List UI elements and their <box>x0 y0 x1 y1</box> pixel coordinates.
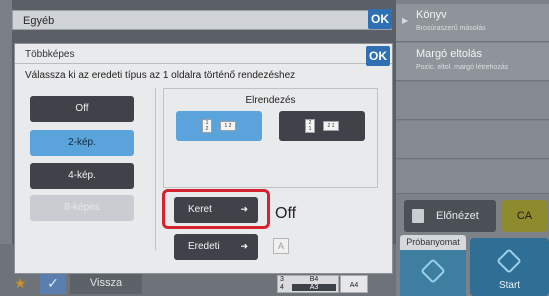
eredeti-label: Eredeti <box>188 241 220 252</box>
page-order-icon: 21 <box>305 119 315 133</box>
paper-size-indicator: A4 <box>340 275 368 293</box>
option-off-button[interactable]: Off <box>30 96 134 122</box>
tray-number: 4 <box>280 284 284 291</box>
original-orientation-icon: A <box>273 238 289 254</box>
star-icon[interactable]: ★ <box>14 275 27 292</box>
menu-item-margo-eltolas[interactable]: Margó eltolás Pozíc. eltol. margó létreh… <box>396 43 549 81</box>
diamond-icon <box>496 248 522 274</box>
ok-button-tobbkepes[interactable]: OK <box>366 46 390 66</box>
ca-button[interactable]: CA <box>502 200 547 232</box>
result-layout-icon: 1 2 <box>220 121 236 131</box>
vissza-button[interactable]: Vissza <box>70 272 142 294</box>
layout-group: Elrendezés 12 1 2 21 2 1 <box>163 88 378 188</box>
egyeb-title: Egyéb <box>23 15 55 27</box>
eredeti-button[interactable]: Eredeti ➜ <box>174 234 258 260</box>
play-arrow-icon: ▶ <box>402 16 409 25</box>
menu-item-title: Margó eltolás <box>416 48 483 60</box>
keret-label: Keret <box>188 204 212 215</box>
menu-item-empty <box>396 82 549 120</box>
check-icon[interactable]: ✓ <box>40 272 66 294</box>
divider <box>155 88 156 250</box>
menu-item-title: Könyv <box>416 9 447 21</box>
menu-item-konyv[interactable]: ▶ Könyv Brosúraszerű másolás <box>396 4 549 42</box>
option-4-kep-button[interactable]: 4-kép. <box>30 163 134 189</box>
keret-value: Off <box>275 205 297 222</box>
elonezet-label: Előnézet <box>436 210 479 222</box>
page-order-icon: 12 <box>202 119 212 133</box>
egyeb-dialog-header: Egyéb <box>12 10 392 30</box>
divider <box>15 63 392 64</box>
tray-number: 3 <box>280 276 284 283</box>
ok-button-egyeb[interactable]: OK <box>368 9 392 29</box>
arrow-right-icon: ➜ <box>240 241 248 251</box>
dialog-title: Többképes <box>25 49 75 60</box>
result-layout-icon: 2 1 <box>323 121 339 131</box>
layout-label: Elrendezés <box>245 95 296 106</box>
start-label: Start <box>498 280 521 291</box>
menu-item-empty <box>396 160 549 194</box>
probanyomat-tab[interactable]: Próbanyomat <box>400 235 466 250</box>
layout-option-2-1-button[interactable]: 21 2 1 <box>279 111 365 141</box>
elonezet-button[interactable]: Előnézet <box>404 200 496 232</box>
layout-option-1-2-button[interactable]: 12 1 2 <box>176 111 262 141</box>
keret-button[interactable]: Keret ➜ <box>174 197 258 223</box>
paper-tray-indicator[interactable]: 3 B4 4 A3 <box>277 275 339 293</box>
arrow-right-icon: ➜ <box>240 204 248 214</box>
option-2-kep-button[interactable]: 2-kép. <box>30 130 134 156</box>
menu-item-subtitle: Pozíc. eltol. margó létrehozás <box>416 64 509 71</box>
menu-item-subtitle: Brosúraszerű másolás <box>416 25 486 32</box>
tray-paper: B4 <box>309 276 319 283</box>
probanyomat-button[interactable] <box>400 250 466 296</box>
instruction-text: Válassza ki az eredeti típus az 1 oldalr… <box>25 70 296 81</box>
menu-item-empty <box>396 121 549 159</box>
tray-paper-selected: A3 <box>292 284 336 291</box>
paper-size-label: A4 <box>349 282 359 289</box>
option-8-kepes-button: 8-képes <box>30 195 134 221</box>
diamond-icon <box>420 258 446 284</box>
preview-icon <box>412 209 424 223</box>
